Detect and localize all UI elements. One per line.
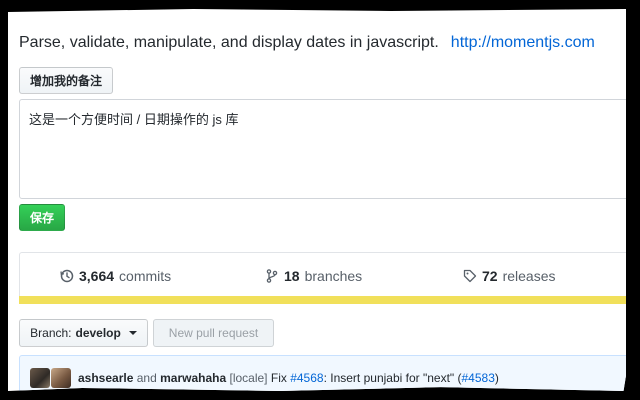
commits-link[interactable]: 3,664 commits (60, 268, 171, 284)
avatar[interactable] (30, 368, 50, 388)
tag-icon (463, 269, 477, 283)
commits-label: commits (119, 268, 172, 284)
history-icon (60, 269, 74, 283)
chevron-down-icon (128, 331, 137, 335)
branch-name: develop (75, 326, 121, 340)
branches-link[interactable]: 18 branches (265, 268, 362, 284)
commit-tag: [locale] (229, 371, 268, 385)
new-pull-request-button[interactable]: New pull request (153, 319, 274, 347)
latest-commit-bar: ashsearle and marwahaha [locale] Fix #45… (19, 355, 626, 391)
branch-select-button[interactable]: Branch: develop (19, 319, 148, 347)
save-note-button[interactable]: 保存 (19, 204, 65, 231)
language-bar[interactable] (19, 296, 626, 304)
note-textarea[interactable]: 这是一个方便时间 / 日期操作的 js 库 (19, 99, 626, 199)
commits-count: 3,664 (79, 268, 115, 284)
git-branch-icon (266, 269, 278, 283)
branches-count: 18 (284, 268, 300, 284)
releases-label: releases (502, 268, 556, 284)
branches-label: branches (304, 268, 363, 284)
commit-fix-word[interactable]: Fix (271, 371, 287, 385)
repo-page: Parse, validate, manipulate, and display… (8, 9, 626, 391)
repo-description: Parse, validate, manipulate, and display… (19, 34, 595, 52)
note-text: 这是一个方便时间 / 日期操作的 js 库 (29, 112, 239, 127)
commit-author-link[interactable]: marwahaha (160, 371, 226, 385)
author-avatars (30, 368, 71, 388)
repo-homepage-link[interactable]: http://momentjs.com (451, 34, 595, 51)
pr-link[interactable]: #4583 (462, 371, 495, 385)
commit-message-text[interactable]: : Insert punjabi for "next" ( (324, 371, 462, 385)
repo-description-text: Parse, validate, manipulate, and display… (19, 34, 439, 51)
branch-prefix: Branch: (30, 326, 72, 340)
commit-message: ashsearle and marwahaha [locale] Fix #45… (78, 371, 499, 385)
commit-close-paren: ) (494, 371, 499, 385)
avatar[interactable] (51, 368, 71, 388)
issue-link[interactable]: #4568 (290, 371, 323, 385)
add-note-button[interactable]: 增加我的备注 (19, 67, 113, 94)
releases-count: 72 (482, 268, 498, 284)
commit-author-link[interactable]: ashsearle (78, 371, 133, 385)
releases-link[interactable]: 72 releases (463, 268, 556, 284)
repo-summary: 3,664 commits 18 branches 72 releases (19, 252, 626, 297)
commit-and-text: and (136, 371, 157, 385)
